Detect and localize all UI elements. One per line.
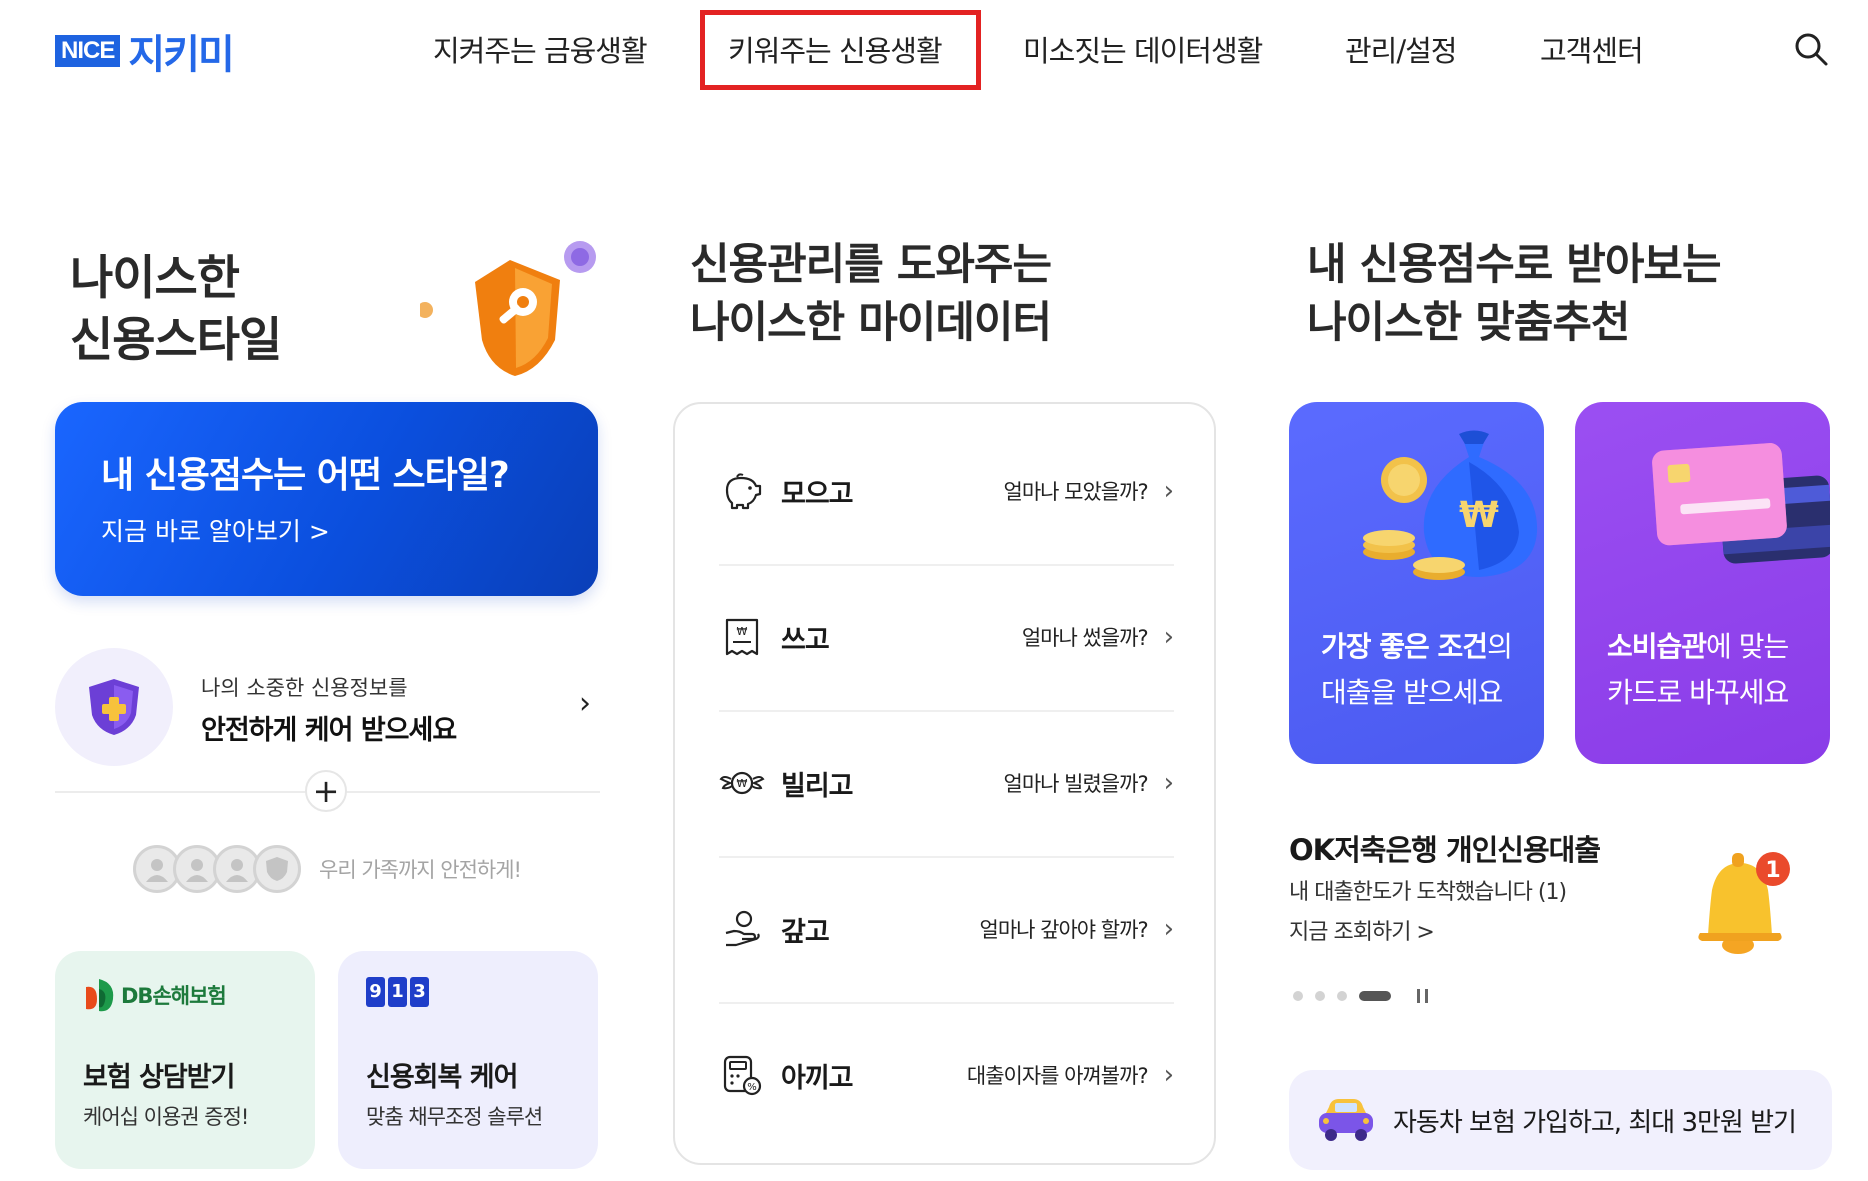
cta-link[interactable]: 지금 바로 알아보기 >: [101, 512, 552, 548]
hand-coin-icon: [719, 906, 765, 952]
chevron-right-icon: ›: [1163, 1060, 1174, 1090]
calculator-icon: %: [719, 1052, 765, 1098]
loan-recommend-text: 가장 좋은 조건의 대출을 받으세요: [1321, 624, 1513, 716]
credit-recovery-title: 신용회복 케어: [366, 1062, 518, 1093]
pause-icon[interactable]: [1417, 989, 1428, 1003]
db-insurance-logo: DB손해보험: [83, 977, 287, 1013]
money-bag-icon: ₩: [1363, 430, 1538, 580]
shield-plus-icon: [89, 679, 139, 735]
carousel-dot[interactable]: [1293, 991, 1303, 1001]
key-shield-icon: [420, 241, 596, 376]
mydata-label: 모으고: [781, 478, 854, 510]
dial-digit: 1: [388, 977, 407, 1007]
logo-nice: NICE: [55, 35, 121, 67]
credit-care-row[interactable]: 나의 소중한 신용정보를 안전하게 케어 받으세요 ›: [55, 648, 600, 766]
car-icon: [1319, 1099, 1373, 1141]
chevron-right-icon: ›: [1163, 768, 1174, 798]
mydata-row-borrow[interactable]: ₩ 빌리고 얼마나 빌렸을까? ›: [719, 710, 1174, 856]
credit-style-title: 나이스한 신용스타일: [70, 251, 282, 368]
care-big-text: 안전하게 케어 받으세요: [201, 715, 457, 746]
number-dial-icon: 9 1 3: [366, 977, 570, 1007]
care-small-text: 나의 소중한 신용정보를: [201, 676, 408, 700]
mydata-row-spend[interactable]: ₩ 쓰고 얼마나 썼을까? ›: [719, 564, 1174, 710]
loan-recommend-line2: 대출을 받으세요: [1321, 676, 1503, 709]
mydata-question: 얼마나 갚아야 할까?: [979, 918, 1149, 942]
loan-offer-sub: 내 대출한도가 도착했습니다 (1): [1289, 880, 1567, 905]
carousel-dot-active[interactable]: [1359, 991, 1391, 1001]
mydata-label: 쓰고: [781, 624, 830, 656]
family-care-row[interactable]: 우리 가족까지 안전하게!: [133, 845, 522, 893]
card-recommend-text: 소비습관에 맞는 카드로 바꾸세요: [1607, 624, 1789, 716]
mydata-row-save[interactable]: 모으고 얼마나 모았을까? ›: [719, 418, 1174, 564]
bell-badge-count: 1: [1765, 858, 1780, 883]
mydata-title: 신용관리를 도와주는 나이스한 마이데이터: [690, 240, 1052, 348]
carousel-dot[interactable]: [1315, 991, 1325, 1001]
search-icon[interactable]: [1793, 31, 1829, 67]
loan-offer-link[interactable]: 지금 조회하기 >: [1289, 914, 1435, 946]
care-icon-bg: [55, 648, 173, 766]
svg-text:%: %: [747, 1082, 757, 1093]
nav-support[interactable]: 고객센터: [1540, 28, 1644, 70]
piggy-bank-icon: [719, 468, 765, 514]
carousel-indicator: [1293, 989, 1428, 1003]
svg-text:₩: ₩: [1459, 495, 1499, 536]
dial-digit: 9: [366, 977, 385, 1007]
card-recommend-bold: 소비습관: [1607, 630, 1707, 663]
mydata-label: 빌리고: [781, 770, 854, 802]
nav-settings[interactable]: 관리/설정: [1345, 28, 1457, 70]
card-recommend-line2: 카드로 바꾸세요: [1607, 676, 1789, 709]
mydata-row-economize[interactable]: % 아끼고 대출이자를 아껴볼까? ›: [719, 1002, 1174, 1148]
chevron-right-icon: ›: [1163, 622, 1174, 652]
dial-digit: 3: [410, 977, 429, 1007]
nav-active-highlight: [700, 10, 981, 90]
mydata-question: 얼마나 썼을까?: [1021, 626, 1149, 650]
credit-card-icon: [1652, 443, 1830, 564]
family-text: 우리 가족까지 안전하게!: [319, 858, 522, 882]
logo[interactable]: NICE 지키미: [55, 30, 235, 78]
family-shield-icon: [253, 845, 301, 893]
mydata-label: 아끼고: [781, 1062, 854, 1094]
car-insurance-banner[interactable]: 자동차 보험 가입하고, 최대 3만원 받기: [1289, 1070, 1832, 1170]
loan-recommend-bold: 가장 좋은 조건: [1321, 630, 1488, 663]
mydata-question: 얼마나 모았을까?: [1003, 480, 1149, 504]
svg-text:₩: ₩: [737, 777, 748, 790]
carousel-dot[interactable]: [1337, 991, 1347, 1001]
db-logo-icon: [86, 979, 114, 1012]
credit-recovery-sub: 맞춤 채무조정 솔루션: [366, 1105, 543, 1129]
credit-recovery-card[interactable]: 9 1 3 신용회복 케어 맞춤 채무조정 솔루션: [338, 951, 598, 1169]
db-logo-text: DB손해보험: [121, 984, 227, 1008]
loan-recommend-card[interactable]: ₩ 가장 좋은 조건의 대출을 받으세요: [1289, 402, 1544, 764]
nav-finance[interactable]: 지켜주는 금융생활: [433, 28, 648, 70]
card-recommend-card[interactable]: 소비습관에 맞는 카드로 바꾸세요: [1575, 402, 1830, 764]
svg-text:₩: ₩: [737, 625, 748, 638]
logo-name: 지키미: [128, 32, 234, 78]
winged-coin-icon: ₩: [719, 760, 765, 806]
bell-icon: 1: [1698, 852, 1790, 954]
cta-title: 내 신용점수는 어떤 스타일?: [101, 455, 510, 496]
mydata-label: 갚고: [781, 916, 830, 948]
loan-offer-title[interactable]: OK저축은행 개인신용대출: [1289, 827, 1601, 869]
card-recommend-rest: 에 맞는: [1706, 630, 1789, 663]
credit-style-cta-card[interactable]: 내 신용점수는 어떤 스타일? 지금 바로 알아보기 >: [55, 402, 598, 596]
chevron-right-icon: ›: [1163, 914, 1174, 944]
chevron-right-icon: ›: [1163, 476, 1174, 506]
plus-button[interactable]: +: [305, 770, 347, 812]
chevron-right-icon: ›: [579, 686, 591, 721]
mydata-row-repay[interactable]: 갚고 얼마나 갚아야 할까? ›: [719, 856, 1174, 1002]
insurance-consult-card[interactable]: DB손해보험 보험 상담받기 케어십 이용권 증정!: [55, 951, 315, 1169]
nav-data[interactable]: 미소짓는 데이터생활: [1023, 28, 1263, 70]
loan-recommend-rest: 의: [1487, 630, 1513, 663]
mydata-question: 얼마나 빌렸을까?: [1003, 772, 1149, 796]
receipt-icon: ₩: [719, 614, 765, 660]
insurance-consult-title: 보험 상담받기: [83, 1062, 235, 1093]
car-insurance-text: 자동차 보험 가입하고, 최대 3만원 받기: [1393, 1107, 1797, 1138]
mydata-question: 대출이자를 아껴볼까?: [966, 1064, 1149, 1088]
insurance-consult-sub: 케어십 이용권 증정!: [83, 1105, 249, 1129]
recommend-title: 내 신용점수로 받아보는 나이스한 맞춤추천: [1307, 240, 1722, 348]
mydata-panel: 모으고 얼마나 모았을까? › ₩ 쓰고 얼마나 썼을까? › ₩ 빌리고 얼마…: [673, 402, 1216, 1165]
